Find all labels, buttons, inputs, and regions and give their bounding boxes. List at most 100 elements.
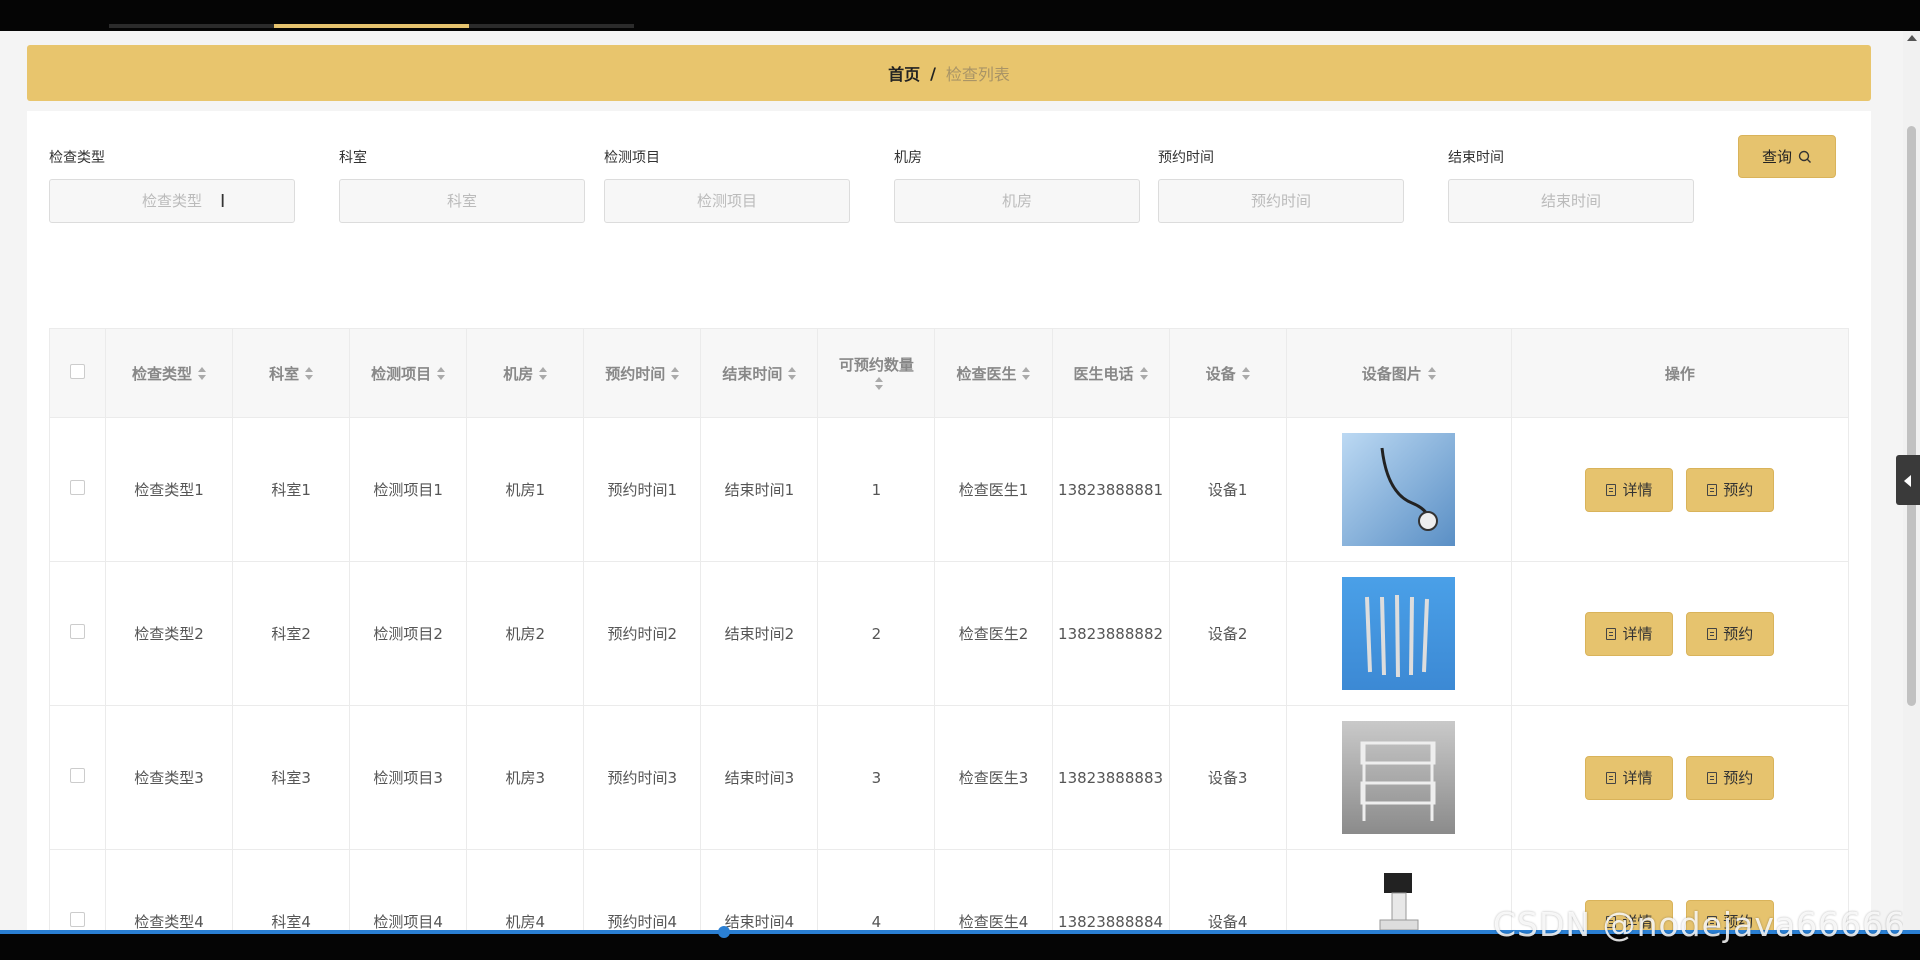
column-header[interactable]: 医生电话 (1051, 328, 1170, 418)
cell-actions: 详情 预约 (1510, 561, 1850, 706)
scroll-up-icon[interactable] (1907, 35, 1917, 41)
cell-actions: 详情 预约 (1510, 417, 1850, 562)
column-header[interactable]: 设备 (1168, 328, 1287, 418)
cell-image (1285, 417, 1512, 562)
sort-icon[interactable] (788, 367, 797, 381)
cell-phone: 13823888882 (1051, 561, 1170, 706)
breadcrumb-current: 检查列表 (945, 65, 1010, 84)
row-checkbox[interactable] (70, 912, 85, 927)
sort-icon[interactable] (539, 367, 548, 381)
cell-item: 检测项目3 (349, 705, 468, 850)
breadcrumb-home[interactable]: 首页 (888, 61, 920, 85)
sort-icon[interactable] (198, 367, 207, 381)
sort-icon[interactable] (671, 367, 680, 381)
cell-type: 检查类型1 (105, 417, 234, 562)
device-image-cart[interactable] (1342, 721, 1456, 834)
book-button[interactable]: 预约 (1686, 611, 1775, 656)
filter-label: 科室 (339, 150, 367, 166)
row-checkbox[interactable] (70, 624, 85, 639)
room-input[interactable] (894, 179, 1140, 223)
cell-actions: 详情 预约 (1510, 705, 1850, 850)
sort-icon[interactable] (437, 367, 446, 381)
row-checkbox[interactable] (70, 480, 85, 495)
book-button[interactable]: 预约 (1686, 467, 1775, 512)
select-all-checkbox[interactable] (70, 363, 85, 379)
filter-dept: 科室 (339, 147, 585, 223)
page-content: 首页 / 检查列表 检查类型 科室 检测项目 机房 预约时间 结束时间 (0, 31, 1903, 930)
browser-top-bar (0, 0, 1920, 31)
device-image-stethoscope[interactable] (1342, 433, 1456, 546)
filter-check-type: 检查类型 (49, 147, 295, 223)
column-header[interactable]: 预约时间 (583, 328, 702, 418)
column-header[interactable]: 机房 (466, 328, 585, 418)
column-header[interactable]: 设备图片 (1285, 328, 1512, 418)
cell-device: 设备2 (1168, 561, 1287, 706)
column-header[interactable]: 可预约数量 (817, 328, 936, 418)
detail-button[interactable]: 详情 (1585, 467, 1674, 512)
row-checkbox[interactable] (70, 768, 85, 783)
column-header[interactable]: 检查类型 (105, 328, 234, 418)
cell-device: 设备4 (1168, 849, 1287, 930)
cell-start: 预约时间1 (583, 417, 702, 562)
scrollbar-thumb[interactable] (1907, 126, 1916, 706)
sort-icon[interactable] (875, 377, 884, 391)
cell-device: 设备1 (1168, 417, 1287, 562)
column-header[interactable]: 结束时间 (700, 328, 819, 418)
sort-icon[interactable] (1022, 367, 1031, 381)
table-header-row: 检查类型 科室 检测项目 机房 预约时间 结束时间 可预约数量 检查医生 医生电… (48, 328, 1850, 418)
device-image-ultrasound[interactable] (1342, 865, 1456, 930)
cell-start: 预约时间2 (583, 561, 702, 706)
breadcrumb: 首页 / 检查列表 (27, 45, 1871, 101)
filter-label: 预约时间 (1158, 150, 1214, 166)
sort-icon[interactable] (1139, 367, 1148, 381)
browser-tab-active[interactable] (274, 24, 469, 28)
cell-item: 检测项目4 (349, 849, 468, 930)
detail-button[interactable]: 详情 (1585, 611, 1674, 656)
device-image-scalpels[interactable] (1342, 577, 1456, 690)
cell-item: 检测项目1 (349, 417, 468, 562)
browser-tab[interactable] (109, 24, 274, 28)
document-icon (1606, 483, 1617, 496)
progress-handle[interactable] (718, 926, 730, 938)
book-button[interactable]: 预约 (1686, 755, 1775, 800)
filter-label: 结束时间 (1448, 150, 1504, 166)
column-header[interactable]: 科室 (232, 328, 351, 418)
end-time-input[interactable] (1448, 179, 1694, 223)
cell-dept: 科室2 (232, 561, 351, 706)
side-panel-toggle-icon[interactable] (1896, 455, 1920, 505)
document-icon (1606, 771, 1617, 784)
cell-device: 设备3 (1168, 705, 1287, 850)
cell-count: 2 (817, 561, 936, 706)
start-time-input[interactable] (1158, 179, 1404, 223)
table-row: 检查类型3 科室3 检测项目3 机房3 预约时间3 结束时间3 3 检查医生3 … (48, 705, 1850, 850)
sort-icon[interactable] (1241, 367, 1250, 381)
sort-icon[interactable] (305, 367, 314, 381)
filter-label: 检测项目 (604, 150, 660, 166)
item-input[interactable] (604, 179, 850, 223)
check-type-input[interactable] (49, 179, 295, 223)
column-header-actions: 操作 (1510, 328, 1850, 418)
column-header[interactable]: 检测项目 (349, 328, 468, 418)
cell-type: 检查类型4 (105, 849, 234, 930)
cell-room: 机房4 (466, 849, 585, 930)
browser-tab[interactable] (469, 24, 634, 28)
detail-button[interactable]: 详情 (1585, 755, 1674, 800)
cell-room: 机房1 (466, 417, 585, 562)
search-icon (1798, 150, 1811, 163)
cell-count: 1 (817, 417, 936, 562)
filter-room: 机房 (894, 147, 1140, 223)
column-header[interactable]: 检查医生 (934, 328, 1053, 418)
dept-input[interactable] (339, 179, 585, 223)
cell-image (1285, 705, 1512, 850)
document-icon (1606, 627, 1617, 640)
document-icon (1707, 771, 1718, 784)
cell-image (1285, 561, 1512, 706)
filter-label: 机房 (894, 150, 922, 166)
cell-dept: 科室1 (232, 417, 351, 562)
watermark: CSDN @nodejava666666 (1493, 905, 1903, 944)
document-icon (1707, 627, 1718, 640)
cell-dept: 科室4 (232, 849, 351, 930)
sort-icon[interactable] (1427, 367, 1436, 381)
search-button[interactable]: 查询 (1738, 135, 1836, 178)
cell-item: 检测项目2 (349, 561, 468, 706)
